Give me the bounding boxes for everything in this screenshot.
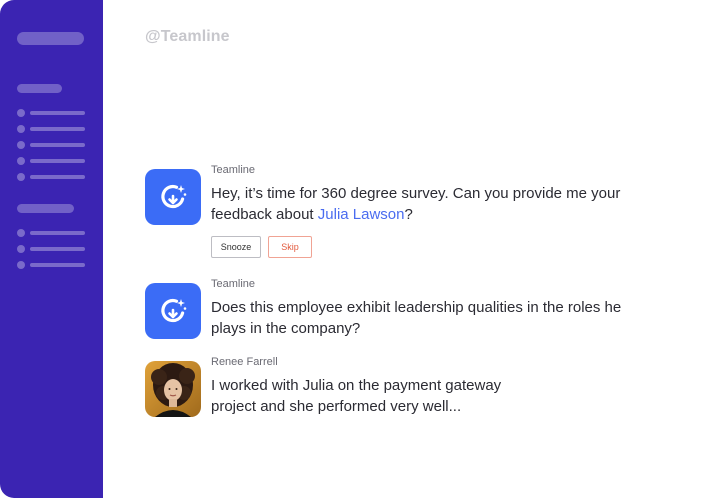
message-sender: Renee Farrell (211, 356, 278, 368)
message-text: I worked with Julia on the payment gatew… (211, 377, 502, 415)
message-text: Does this employee exhibit leadership qu… (211, 299, 622, 337)
sidebar-item-dot (17, 173, 25, 181)
message-sender: Teamline (211, 278, 256, 290)
user-photo (145, 361, 201, 417)
sidebar-item-line (30, 143, 85, 147)
sidebar-item-line (30, 247, 85, 251)
mention-julia-lawson[interactable]: Julia Lawson (318, 206, 405, 223)
sidebar (0, 0, 103, 498)
app-frame: @Teamline Teamline Hey, it’s time for 36… (0, 0, 708, 498)
message-text: Hey, it’s time for 360 degree survey. Ca… (211, 183, 631, 225)
sidebar-skeleton-section-title (17, 84, 62, 93)
sidebar-skeleton-section-title (17, 204, 74, 213)
sidebar-item-dot (17, 141, 25, 149)
skip-button[interactable]: Skip (268, 236, 312, 258)
snooze-button[interactable]: Snooze (211, 236, 261, 258)
message-text-part: ? (404, 206, 413, 223)
sidebar-item-dot (17, 157, 25, 165)
user-avatar (145, 361, 201, 417)
sidebar-skeleton-header (17, 32, 84, 45)
sidebar-item-line (30, 111, 85, 115)
teamline-logo-icon (161, 298, 187, 323)
sidebar-item-line (30, 159, 85, 163)
sidebar-item-dot (17, 245, 25, 253)
sidebar-item-dot (17, 261, 25, 269)
message-text-part: Hey, it’s time for 360 degree survey. Ca… (211, 185, 621, 223)
sidebar-item-dot (17, 109, 25, 117)
sidebar-item-line (30, 263, 85, 267)
sidebar-item-dot (17, 229, 25, 237)
teamline-avatar (145, 283, 201, 339)
sidebar-item-line (30, 175, 85, 179)
sidebar-item-dot (17, 125, 25, 133)
channel-handle: @Teamline (145, 28, 230, 45)
message-sender: Teamline (211, 164, 256, 176)
sidebar-item-line (30, 231, 85, 235)
sidebar-item-line (30, 127, 85, 131)
teamline-avatar (145, 169, 201, 225)
teamline-logo-icon (161, 184, 187, 209)
